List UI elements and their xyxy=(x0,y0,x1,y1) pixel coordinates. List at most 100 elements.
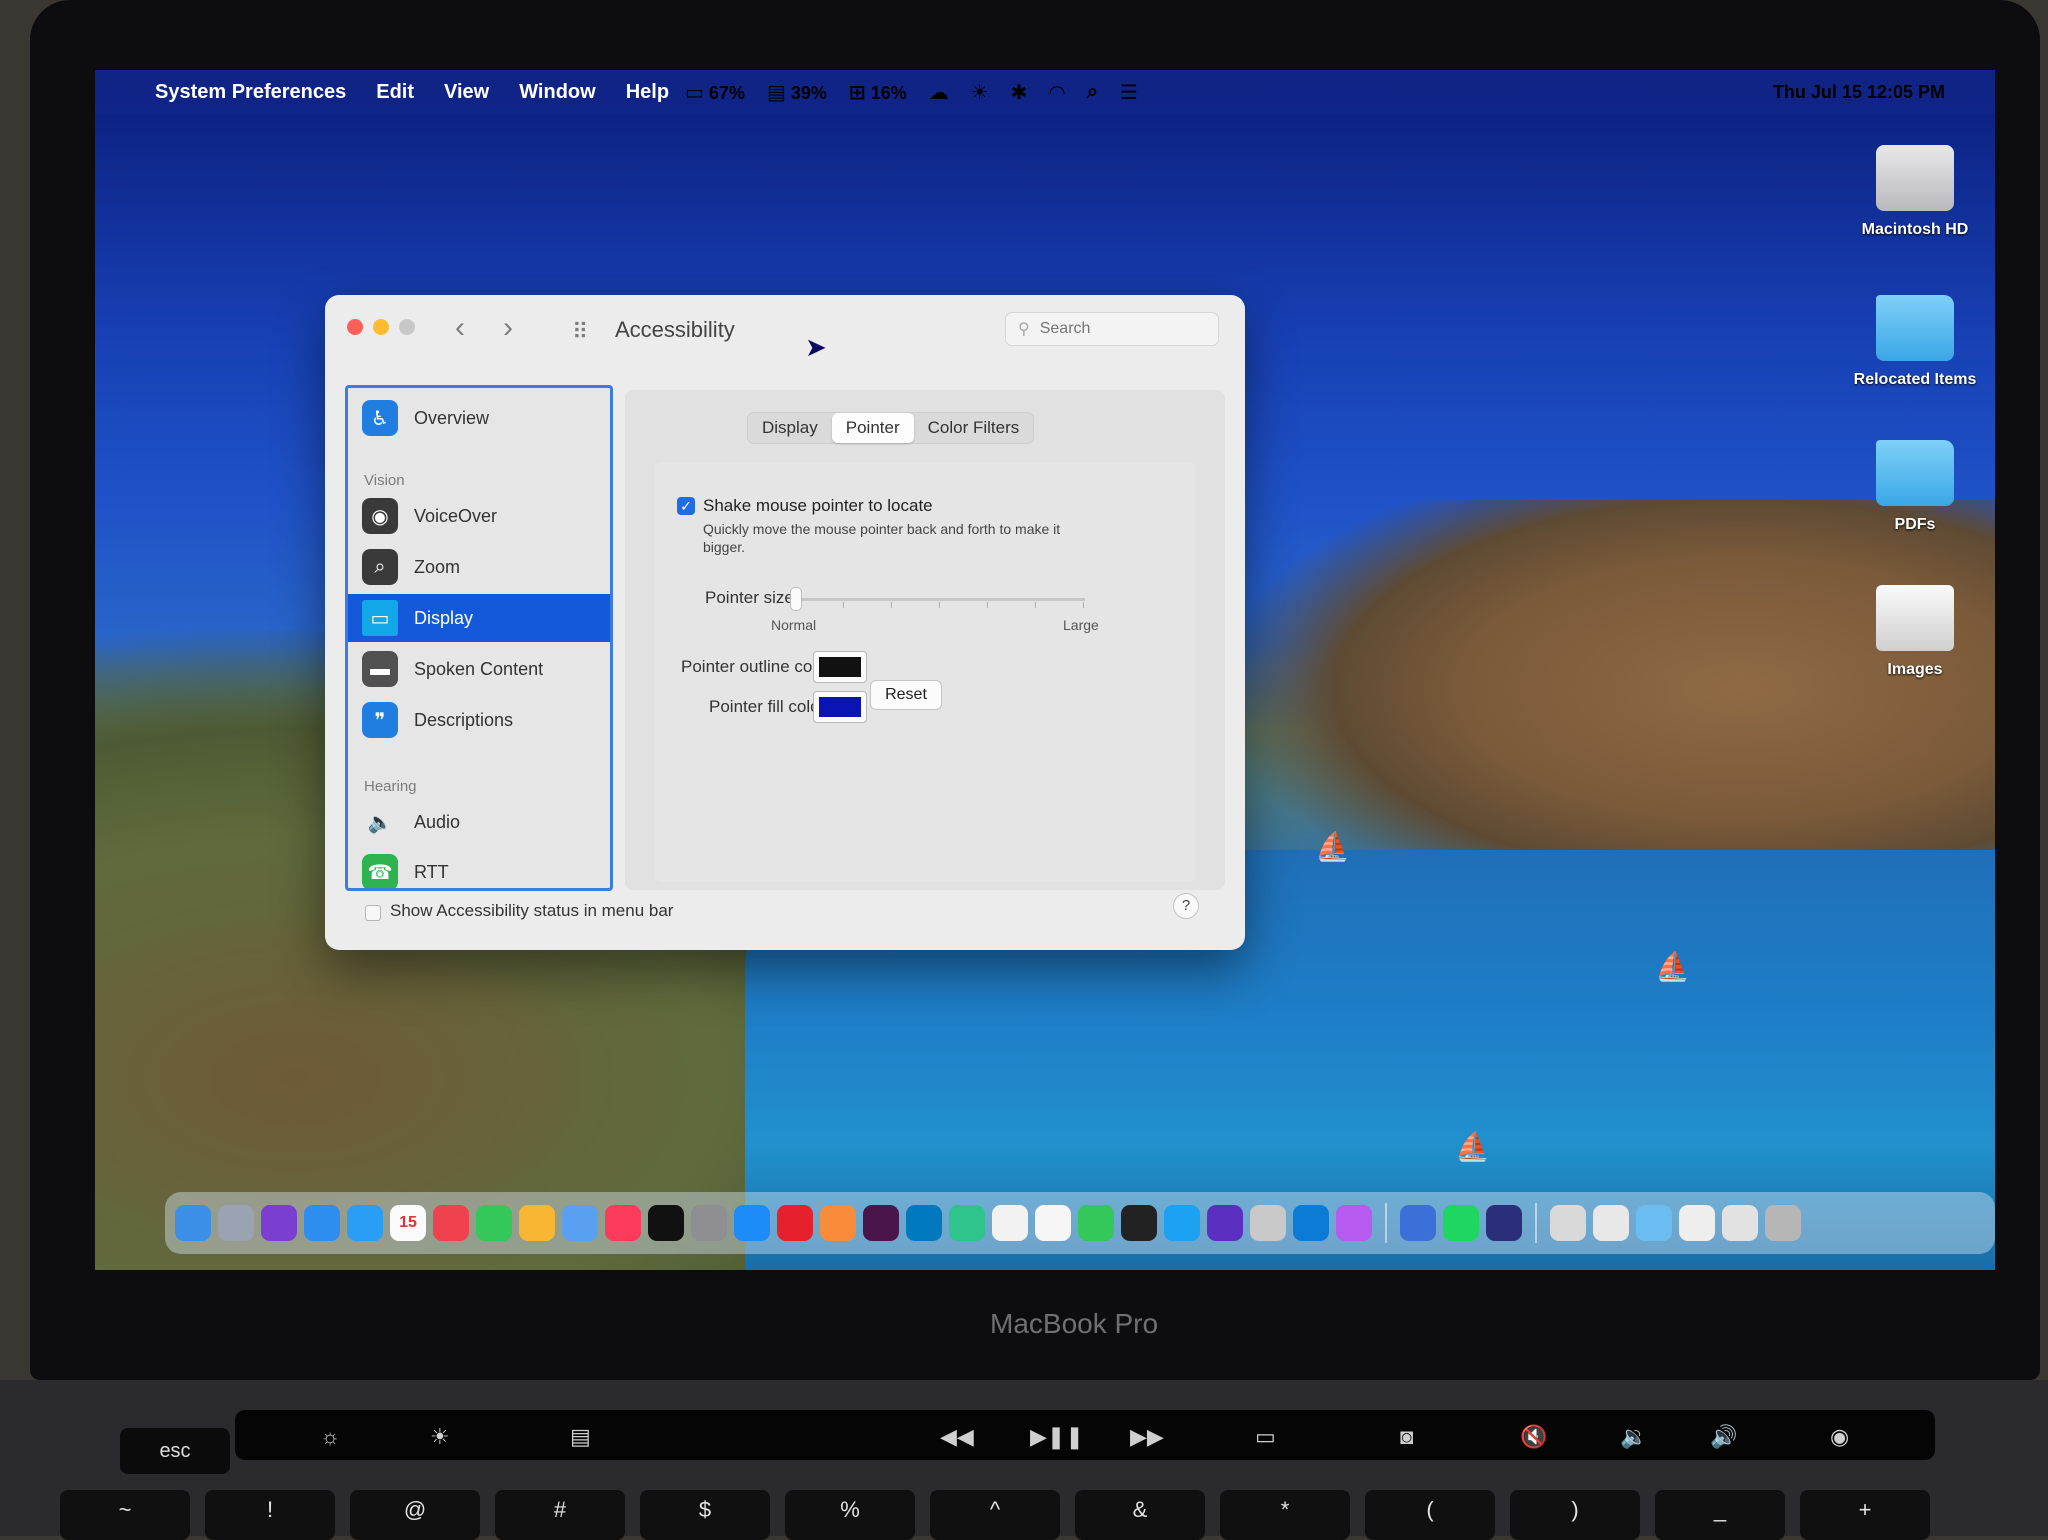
screenshot-stack-icon[interactable] xyxy=(1679,1205,1715,1241)
spotify-icon[interactable] xyxy=(1443,1205,1479,1241)
slack-icon[interactable] xyxy=(863,1205,899,1241)
search-field[interactable]: ⚲ xyxy=(1005,312,1219,346)
keyboard-key[interactable]: ~ xyxy=(60,1490,190,1540)
status-in-menubar-checkbox[interactable] xyxy=(365,905,381,921)
volume-down-icon[interactable]: 🔉 xyxy=(1620,1424,1647,1450)
widgets-icon[interactable] xyxy=(1121,1205,1157,1241)
keyboard-key[interactable]: * xyxy=(1220,1490,1350,1540)
shortcuts-icon[interactable] xyxy=(1486,1205,1522,1241)
menu-help[interactable]: Help xyxy=(626,81,669,104)
screen-mirror-icon[interactable]: ▭ xyxy=(1255,1424,1276,1450)
brightness-up-icon[interactable]: ☀ xyxy=(430,1424,450,1450)
bluetooth-icon[interactable]: ✱ xyxy=(1011,80,1028,105)
forward-chevron-icon[interactable]: › xyxy=(503,311,513,345)
sidebar-item-display[interactable]: ▭ Display xyxy=(348,594,610,642)
esc-key[interactable]: esc xyxy=(120,1428,230,1474)
app-store-connect-icon[interactable] xyxy=(1400,1205,1436,1241)
safari-icon[interactable] xyxy=(347,1205,383,1241)
desktop-icon-relocated-items[interactable]: Relocated Items xyxy=(1840,295,1990,389)
trello-icon[interactable] xyxy=(906,1205,942,1241)
keyboard-key[interactable]: $ xyxy=(640,1490,770,1540)
menu-window[interactable]: Window xyxy=(519,81,595,104)
downloads-stack-icon[interactable] xyxy=(1550,1205,1586,1241)
keynote-icon[interactable] xyxy=(562,1205,598,1241)
close-button[interactable] xyxy=(347,319,363,335)
reminders-icon[interactable] xyxy=(1035,1205,1071,1241)
pointer-size-knob[interactable] xyxy=(790,587,802,611)
shake-pointer-checkbox[interactable]: ✓ xyxy=(677,497,695,515)
keyboard-key[interactable]: ( xyxy=(1365,1490,1495,1540)
sidebar-item-overview[interactable]: ♿ Overview xyxy=(348,394,610,442)
outline-color-well[interactable] xyxy=(813,651,867,683)
folder-stack-icon[interactable] xyxy=(1636,1205,1672,1241)
mindnode-icon[interactable] xyxy=(820,1205,856,1241)
tab-display[interactable]: Display xyxy=(748,413,832,443)
desktop-icon-macintosh-hd[interactable]: Macintosh HD xyxy=(1840,145,1990,239)
music-icon[interactable] xyxy=(605,1205,641,1241)
cpu-status[interactable]: ⊞ 16% xyxy=(849,80,907,105)
system-preferences-icon[interactable] xyxy=(691,1205,727,1241)
sidebar-item-zoom[interactable]: ⌕ Zoom xyxy=(348,543,610,591)
trash-icon[interactable] xyxy=(1765,1205,1801,1241)
menu-edit[interactable]: Edit xyxy=(376,81,414,104)
tab-color-filters[interactable]: Color Filters xyxy=(914,413,1034,443)
screenshot-camera-icon[interactable]: ◙ xyxy=(1400,1424,1413,1450)
sidebar-item-spoken-content[interactable]: ▬ Spoken Content xyxy=(348,645,610,693)
apple-tv-icon[interactable] xyxy=(648,1205,684,1241)
keyboard-key[interactable]: % xyxy=(785,1490,915,1540)
mute-icon[interactable]: 🔇 xyxy=(1520,1424,1547,1450)
pointer-size-slider[interactable] xyxy=(795,598,1085,601)
calendar-icon[interactable]: 15 xyxy=(390,1205,426,1241)
volume-up-icon[interactable]: 🔊 xyxy=(1710,1424,1737,1450)
memory-status[interactable]: ▤ 39% xyxy=(767,80,827,105)
mission-control-icon[interactable]: ▤ xyxy=(570,1424,591,1450)
keyboard-key[interactable]: @ xyxy=(350,1490,480,1540)
launchpad-icon[interactable] xyxy=(218,1205,254,1241)
sidebar-item-rtt[interactable]: ☎ RTT xyxy=(348,848,610,888)
photos-icon[interactable] xyxy=(519,1205,555,1241)
brightness-icon[interactable]: ☀ xyxy=(971,80,989,105)
facetime-icon[interactable] xyxy=(476,1205,512,1241)
cloud-icon[interactable]: ☁ xyxy=(929,80,949,105)
fill-color-well[interactable] xyxy=(813,691,867,723)
help-button[interactable]: ? xyxy=(1173,893,1199,919)
menu-app-name[interactable]: System Preferences xyxy=(155,81,346,104)
twitter-icon[interactable] xyxy=(1164,1205,1200,1241)
siri-icon[interactable] xyxy=(261,1205,297,1241)
edge-browser-icon[interactable] xyxy=(1293,1205,1329,1241)
fast-forward-icon[interactable]: ▶▶ xyxy=(1130,1424,1164,1450)
documents-stack-icon[interactable] xyxy=(1593,1205,1629,1241)
find-my-icon[interactable] xyxy=(949,1205,985,1241)
messages-icon[interactable] xyxy=(1078,1205,1114,1241)
keyboard-key[interactable]: + xyxy=(1800,1490,1930,1540)
battery-status[interactable]: ▭ 67% xyxy=(685,80,745,105)
disk-utility-icon[interactable] xyxy=(1250,1205,1286,1241)
ia-writer-icon[interactable] xyxy=(992,1205,1028,1241)
status-in-menubar-label[interactable]: Show Accessibility status in menu bar xyxy=(390,901,673,921)
play-pause-icon[interactable]: ▶❚❚ xyxy=(1030,1424,1084,1450)
reset-button[interactable]: Reset xyxy=(870,680,942,710)
keyboard-key[interactable]: & xyxy=(1075,1490,1205,1540)
keyboard-key[interactable]: _ xyxy=(1655,1490,1785,1540)
brightness-down-icon[interactable]: ☼ xyxy=(320,1424,340,1450)
minimize-button[interactable] xyxy=(373,319,389,335)
news-icon[interactable] xyxy=(433,1205,469,1241)
siri-touchbar-icon[interactable]: ◉ xyxy=(1830,1424,1849,1450)
finder-icon[interactable] xyxy=(175,1205,211,1241)
search-input[interactable] xyxy=(1037,319,1192,339)
back-chevron-icon[interactable]: ‹ xyxy=(455,311,465,345)
feedback-icon[interactable] xyxy=(1336,1205,1372,1241)
podcast-icon[interactable] xyxy=(1207,1205,1243,1241)
sidebar-item-audio[interactable]: 🔈 Audio xyxy=(348,798,610,846)
menu-view[interactable]: View xyxy=(444,81,489,104)
control-center-icon[interactable]: ☰ xyxy=(1120,80,1138,105)
rewind-icon[interactable]: ◀◀ xyxy=(940,1424,974,1450)
sidebar-item-voiceover[interactable]: ◉ VoiceOver xyxy=(348,492,610,540)
mail-icon[interactable] xyxy=(304,1205,340,1241)
quip-icon[interactable] xyxy=(777,1205,813,1241)
keyboard-key[interactable]: ) xyxy=(1510,1490,1640,1540)
file-stack-icon[interactable] xyxy=(1722,1205,1758,1241)
desktop-icon-pdfs[interactable]: PDFs xyxy=(1840,440,1990,534)
shake-pointer-label[interactable]: Shake mouse pointer to locate xyxy=(703,496,933,516)
app-store-icon[interactable] xyxy=(734,1205,770,1241)
